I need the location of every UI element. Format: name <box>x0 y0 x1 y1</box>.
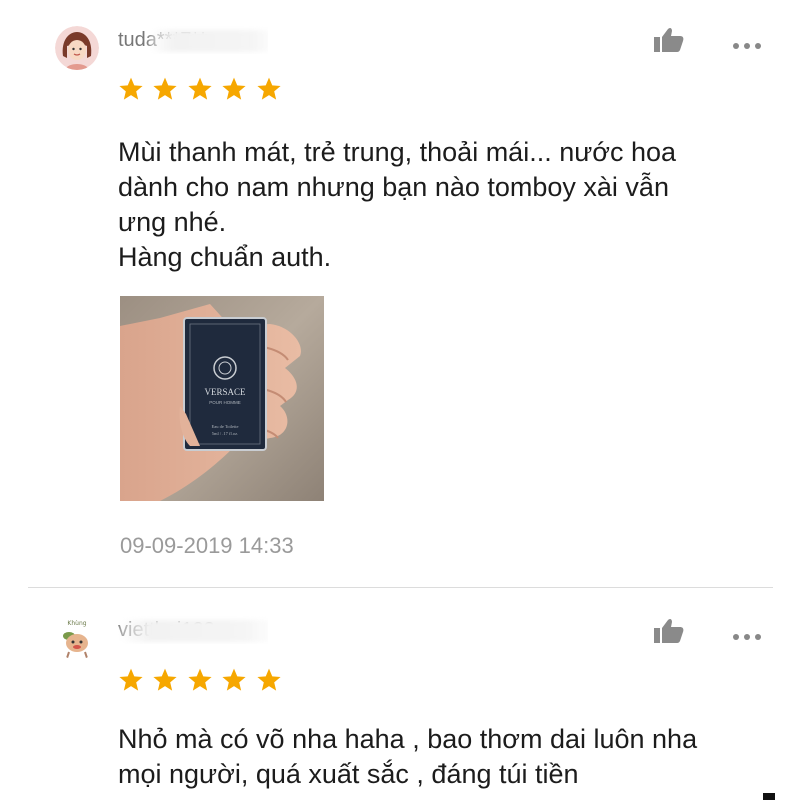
review-divider <box>28 587 773 588</box>
review-text-line: Mùi thanh mát, trẻ trung, thoải mái... n… <box>118 137 677 167</box>
avatar-caption: Khùng <box>67 620 86 627</box>
star-icon <box>222 77 246 100</box>
review-text-line: Hàng chuẩn auth. <box>118 242 332 272</box>
star-icon <box>188 668 212 691</box>
avatar-image <box>55 26 99 70</box>
more-dots-icon <box>744 43 750 49</box>
review-text-line: dành cho nam nhưng bạn nào tomboy xài vẫ… <box>118 172 669 202</box>
rating-stars <box>118 76 286 104</box>
photo-line1-text: Eau de Toilette <box>211 424 238 429</box>
username-redaction <box>148 30 268 52</box>
more-dots-icon <box>755 43 761 49</box>
avatar-image: Khùng <box>55 616 99 660</box>
star-icon <box>119 77 143 100</box>
review-text-line: mọi người, quá xuất sắc , đáng túi tiền <box>118 759 579 789</box>
review-text-line: Nhỏ mà có võ nha haha , bao thơm dai luô… <box>118 724 698 754</box>
perfume-photo: VERSACE POUR HOMME Eau de Toilette 5ml /… <box>120 296 324 501</box>
more-dots-icon <box>733 634 739 640</box>
photo-brand-text: VERSACE <box>204 387 246 397</box>
rating-stars <box>118 667 286 695</box>
review-timestamp: 09-09-2019 14:33 <box>120 533 294 558</box>
star-icon <box>153 77 178 100</box>
photo-line2-text: 5ml / .17 fl.oz. <box>212 431 239 436</box>
star-icon <box>119 668 143 691</box>
photo-sub-text: POUR HOMME <box>209 400 241 405</box>
star-icon <box>153 668 178 691</box>
scroll-indicator <box>763 793 775 800</box>
username-redaction <box>118 620 268 642</box>
more-dots-icon <box>744 634 750 640</box>
review-photo[interactable]: VERSACE POUR HOMME Eau de Toilette 5ml /… <box>120 296 324 501</box>
review-text-line: ưng nhé. <box>118 207 227 237</box>
star-icon <box>222 668 246 691</box>
reviewer-username[interactable]: vietthai123 <box>118 616 268 644</box>
thumbs-up-icon <box>654 27 684 52</box>
like-button[interactable] <box>652 617 688 647</box>
reviewer-username[interactable]: tuda***7** <box>118 26 268 54</box>
star-icon <box>257 668 281 691</box>
review-text: Nhỏ mà có võ nha haha , bao thơm dai luô… <box>118 722 768 792</box>
more-options-button[interactable] <box>733 627 769 641</box>
like-button[interactable] <box>652 26 688 56</box>
reviewer-avatar[interactable]: Khùng <box>55 616 99 660</box>
star-icon <box>188 77 212 100</box>
thumbs-up-icon <box>654 618 684 643</box>
star-icon <box>257 77 281 100</box>
more-dots-icon <box>733 43 739 49</box>
reviewer-avatar[interactable] <box>55 26 99 70</box>
more-dots-icon <box>755 634 761 640</box>
review-text: Mùi thanh mát, trẻ trung, thoải mái... n… <box>118 135 768 275</box>
more-options-button[interactable] <box>733 36 769 50</box>
